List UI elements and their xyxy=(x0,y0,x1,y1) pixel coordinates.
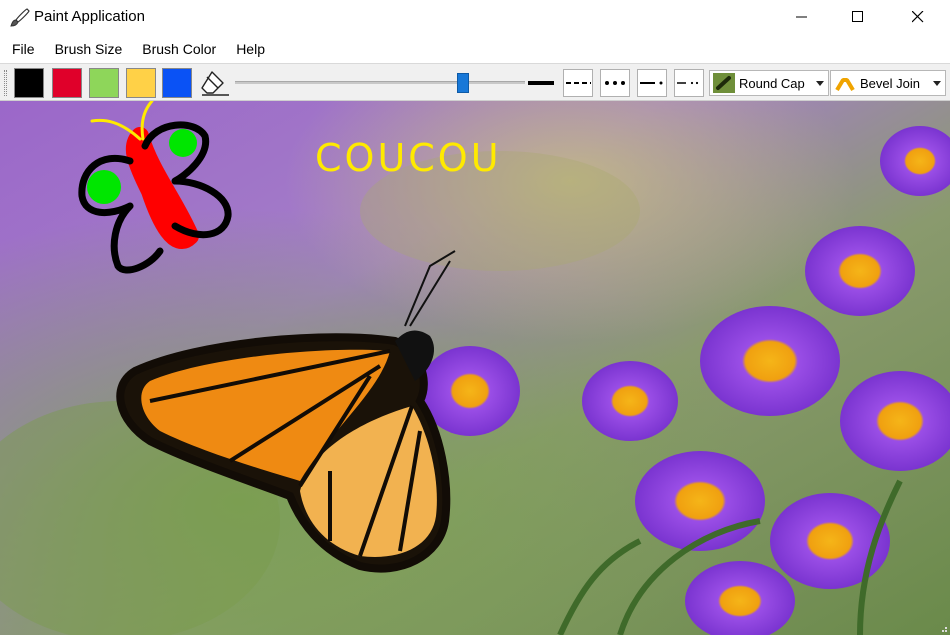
color-swatch-green[interactable] xyxy=(89,68,119,98)
drawing-canvas[interactable]: COUCOU xyxy=(0,101,950,635)
menu-file[interactable]: File xyxy=(0,36,45,63)
maximize-icon xyxy=(852,11,863,22)
close-button[interactable] xyxy=(895,0,941,34)
color-swatch-red[interactable] xyxy=(52,68,82,98)
join-style-select[interactable]: Bevel Join xyxy=(830,70,946,96)
color-swatch-black[interactable] xyxy=(14,68,44,98)
cap-style-select[interactable]: Round Cap xyxy=(709,70,829,96)
canvas-annotation-text: COUCOU xyxy=(315,136,502,180)
color-swatch-blue[interactable] xyxy=(162,68,192,98)
line-style-dash-button[interactable] xyxy=(563,69,593,97)
menu-brush-size[interactable]: Brush Size xyxy=(45,36,133,63)
dot-line-icon xyxy=(605,81,625,85)
dash-dot-dot-line-icon xyxy=(677,81,699,85)
menu-bar: File Brush Size Brush Color Help xyxy=(0,36,950,63)
color-swatch-yellow[interactable] xyxy=(126,68,156,98)
chevron-down-icon xyxy=(929,71,945,95)
line-style-dot-button[interactable] xyxy=(600,69,630,97)
dash-dot-line-icon xyxy=(640,81,663,85)
dash-line-icon xyxy=(566,82,591,84)
toolbar-grip[interactable] xyxy=(4,70,7,96)
window-title: Paint Application xyxy=(34,8,145,25)
chevron-down-icon xyxy=(812,71,828,95)
canvas-image: COUCOU xyxy=(0,101,950,635)
line-style-dash-dot-dot-button[interactable] xyxy=(674,69,704,97)
menu-help[interactable]: Help xyxy=(226,36,275,63)
paintbrush-icon xyxy=(8,7,30,29)
round-cap-icon xyxy=(712,72,736,94)
join-style-value: Bevel Join xyxy=(860,75,920,91)
menu-brush-color[interactable]: Brush Color xyxy=(132,36,226,63)
solid-line-icon xyxy=(528,81,554,85)
close-icon xyxy=(912,11,924,23)
brush-size-slider[interactable] xyxy=(235,72,525,94)
minimize-icon xyxy=(796,16,807,18)
cap-style-value: Round Cap xyxy=(739,75,805,91)
toolbar: Round Cap Bevel Join xyxy=(0,63,950,101)
line-style-dash-dot-button[interactable] xyxy=(637,69,667,97)
slider-track xyxy=(235,81,525,84)
resize-grip-icon[interactable] xyxy=(938,623,948,633)
slider-thumb[interactable] xyxy=(457,73,469,93)
title-bar: Paint Application xyxy=(0,0,950,36)
bevel-join-icon xyxy=(833,72,857,94)
maximize-button[interactable] xyxy=(835,0,881,34)
line-style-solid-button[interactable] xyxy=(526,69,556,97)
eraser-icon xyxy=(201,71,229,96)
minimize-button[interactable] xyxy=(779,0,825,34)
eraser-button[interactable] xyxy=(199,68,231,98)
